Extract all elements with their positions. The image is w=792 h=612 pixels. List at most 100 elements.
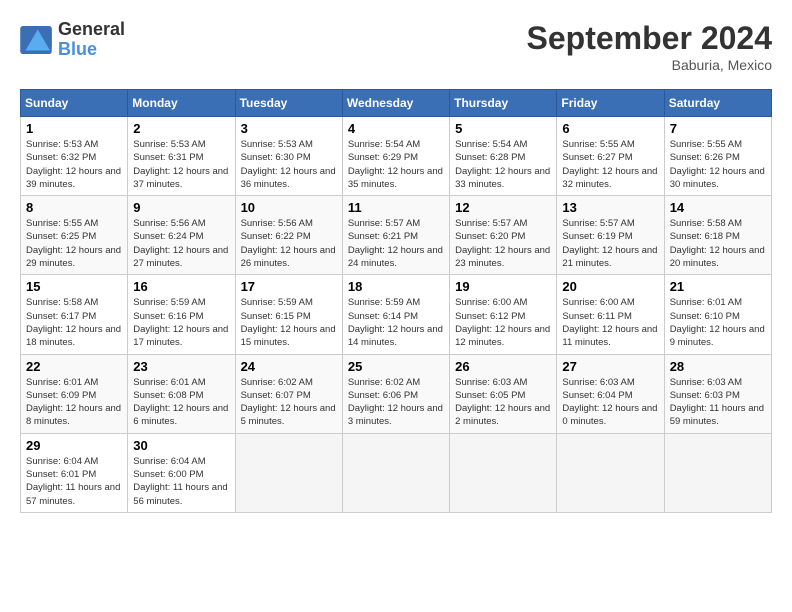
- day-info: Sunrise: 5:58 AMSunset: 6:17 PMDaylight:…: [26, 296, 122, 349]
- calendar-table: SundayMondayTuesdayWednesdayThursdayFrid…: [20, 89, 772, 513]
- day-number: 3: [241, 121, 337, 136]
- day-number: 20: [562, 279, 658, 294]
- calendar-cell: 16 Sunrise: 5:59 AMSunset: 6:16 PMDaylig…: [128, 275, 235, 354]
- header-cell-friday: Friday: [557, 90, 664, 117]
- day-number: 29: [26, 438, 122, 453]
- title-area: September 2024 Baburia, Mexico: [527, 20, 772, 73]
- calendar-week-4: 22 Sunrise: 6:01 AMSunset: 6:09 PMDaylig…: [21, 354, 772, 433]
- calendar-week-2: 8 Sunrise: 5:55 AMSunset: 6:25 PMDayligh…: [21, 196, 772, 275]
- day-info: Sunrise: 5:53 AMSunset: 6:30 PMDaylight:…: [241, 138, 337, 191]
- header-cell-saturday: Saturday: [664, 90, 771, 117]
- day-number: 26: [455, 359, 551, 374]
- day-number: 13: [562, 200, 658, 215]
- day-number: 16: [133, 279, 229, 294]
- calendar-cell: 2 Sunrise: 5:53 AMSunset: 6:31 PMDayligh…: [128, 117, 235, 196]
- day-info: Sunrise: 6:02 AMSunset: 6:06 PMDaylight:…: [348, 376, 444, 429]
- calendar-cell: 13 Sunrise: 5:57 AMSunset: 6:19 PMDaylig…: [557, 196, 664, 275]
- day-info: Sunrise: 6:03 AMSunset: 6:05 PMDaylight:…: [455, 376, 551, 429]
- calendar-cell: 30 Sunrise: 6:04 AMSunset: 6:00 PMDaylig…: [128, 433, 235, 512]
- day-number: 22: [26, 359, 122, 374]
- day-info: Sunrise: 5:59 AMSunset: 6:14 PMDaylight:…: [348, 296, 444, 349]
- calendar-cell: 20 Sunrise: 6:00 AMSunset: 6:11 PMDaylig…: [557, 275, 664, 354]
- day-number: 25: [348, 359, 444, 374]
- day-number: 8: [26, 200, 122, 215]
- header-cell-thursday: Thursday: [450, 90, 557, 117]
- logo: General Blue: [20, 20, 125, 60]
- header-cell-monday: Monday: [128, 90, 235, 117]
- calendar-cell: 6 Sunrise: 5:55 AMSunset: 6:27 PMDayligh…: [557, 117, 664, 196]
- header-cell-sunday: Sunday: [21, 90, 128, 117]
- day-info: Sunrise: 5:56 AMSunset: 6:22 PMDaylight:…: [241, 217, 337, 270]
- day-info: Sunrise: 6:00 AMSunset: 6:12 PMDaylight:…: [455, 296, 551, 349]
- day-number: 7: [670, 121, 766, 136]
- day-info: Sunrise: 6:01 AMSunset: 6:08 PMDaylight:…: [133, 376, 229, 429]
- calendar-cell: 27 Sunrise: 6:03 AMSunset: 6:04 PMDaylig…: [557, 354, 664, 433]
- day-number: 17: [241, 279, 337, 294]
- day-number: 27: [562, 359, 658, 374]
- calendar-cell: 25 Sunrise: 6:02 AMSunset: 6:06 PMDaylig…: [342, 354, 449, 433]
- calendar-week-1: 1 Sunrise: 5:53 AMSunset: 6:32 PMDayligh…: [21, 117, 772, 196]
- calendar-cell: 26 Sunrise: 6:03 AMSunset: 6:05 PMDaylig…: [450, 354, 557, 433]
- day-info: Sunrise: 5:53 AMSunset: 6:31 PMDaylight:…: [133, 138, 229, 191]
- calendar-cell: 18 Sunrise: 5:59 AMSunset: 6:14 PMDaylig…: [342, 275, 449, 354]
- day-number: 14: [670, 200, 766, 215]
- logo-line2: Blue: [58, 40, 125, 60]
- day-info: Sunrise: 5:55 AMSunset: 6:27 PMDaylight:…: [562, 138, 658, 191]
- calendar-cell: [235, 433, 342, 512]
- calendar-cell: [664, 433, 771, 512]
- calendar-cell: 17 Sunrise: 5:59 AMSunset: 6:15 PMDaylig…: [235, 275, 342, 354]
- calendar-cell: 1 Sunrise: 5:53 AMSunset: 6:32 PMDayligh…: [21, 117, 128, 196]
- day-info: Sunrise: 6:03 AMSunset: 6:03 PMDaylight:…: [670, 376, 766, 429]
- day-number: 23: [133, 359, 229, 374]
- calendar-cell: 5 Sunrise: 5:54 AMSunset: 6:28 PMDayligh…: [450, 117, 557, 196]
- day-info: Sunrise: 5:56 AMSunset: 6:24 PMDaylight:…: [133, 217, 229, 270]
- day-info: Sunrise: 6:02 AMSunset: 6:07 PMDaylight:…: [241, 376, 337, 429]
- day-number: 24: [241, 359, 337, 374]
- header-cell-wednesday: Wednesday: [342, 90, 449, 117]
- calendar-cell: 19 Sunrise: 6:00 AMSunset: 6:12 PMDaylig…: [450, 275, 557, 354]
- day-info: Sunrise: 6:03 AMSunset: 6:04 PMDaylight:…: [562, 376, 658, 429]
- calendar-cell: [342, 433, 449, 512]
- day-info: Sunrise: 5:55 AMSunset: 6:26 PMDaylight:…: [670, 138, 766, 191]
- calendar-body: 1 Sunrise: 5:53 AMSunset: 6:32 PMDayligh…: [21, 117, 772, 513]
- day-info: Sunrise: 5:59 AMSunset: 6:15 PMDaylight:…: [241, 296, 337, 349]
- day-number: 10: [241, 200, 337, 215]
- calendar-cell: 12 Sunrise: 5:57 AMSunset: 6:20 PMDaylig…: [450, 196, 557, 275]
- day-number: 11: [348, 200, 444, 215]
- header-cell-tuesday: Tuesday: [235, 90, 342, 117]
- day-info: Sunrise: 5:57 AMSunset: 6:21 PMDaylight:…: [348, 217, 444, 270]
- calendar-week-5: 29 Sunrise: 6:04 AMSunset: 6:01 PMDaylig…: [21, 433, 772, 512]
- logo-icon: [20, 26, 52, 54]
- day-info: Sunrise: 5:54 AMSunset: 6:28 PMDaylight:…: [455, 138, 551, 191]
- day-info: Sunrise: 6:01 AMSunset: 6:10 PMDaylight:…: [670, 296, 766, 349]
- calendar-cell: 3 Sunrise: 5:53 AMSunset: 6:30 PMDayligh…: [235, 117, 342, 196]
- day-info: Sunrise: 5:57 AMSunset: 6:19 PMDaylight:…: [562, 217, 658, 270]
- page-header: General Blue September 2024 Baburia, Mex…: [20, 20, 772, 73]
- calendar-cell: 8 Sunrise: 5:55 AMSunset: 6:25 PMDayligh…: [21, 196, 128, 275]
- day-number: 18: [348, 279, 444, 294]
- day-info: Sunrise: 5:55 AMSunset: 6:25 PMDaylight:…: [26, 217, 122, 270]
- day-info: Sunrise: 5:54 AMSunset: 6:29 PMDaylight:…: [348, 138, 444, 191]
- calendar-cell: 28 Sunrise: 6:03 AMSunset: 6:03 PMDaylig…: [664, 354, 771, 433]
- logo-line1: General: [58, 20, 125, 40]
- day-number: 12: [455, 200, 551, 215]
- day-info: Sunrise: 5:58 AMSunset: 6:18 PMDaylight:…: [670, 217, 766, 270]
- day-number: 9: [133, 200, 229, 215]
- day-number: 1: [26, 121, 122, 136]
- day-number: 30: [133, 438, 229, 453]
- day-number: 4: [348, 121, 444, 136]
- day-number: 19: [455, 279, 551, 294]
- calendar-cell: [450, 433, 557, 512]
- calendar-cell: 29 Sunrise: 6:04 AMSunset: 6:01 PMDaylig…: [21, 433, 128, 512]
- day-info: Sunrise: 5:53 AMSunset: 6:32 PMDaylight:…: [26, 138, 122, 191]
- day-info: Sunrise: 6:04 AMSunset: 6:00 PMDaylight:…: [133, 455, 229, 508]
- day-number: 28: [670, 359, 766, 374]
- month-title: September 2024: [527, 20, 772, 57]
- day-info: Sunrise: 6:01 AMSunset: 6:09 PMDaylight:…: [26, 376, 122, 429]
- location: Baburia, Mexico: [527, 57, 772, 73]
- day-info: Sunrise: 6:00 AMSunset: 6:11 PMDaylight:…: [562, 296, 658, 349]
- calendar-cell: 10 Sunrise: 5:56 AMSunset: 6:22 PMDaylig…: [235, 196, 342, 275]
- header-row: SundayMondayTuesdayWednesdayThursdayFrid…: [21, 90, 772, 117]
- day-number: 15: [26, 279, 122, 294]
- day-info: Sunrise: 5:59 AMSunset: 6:16 PMDaylight:…: [133, 296, 229, 349]
